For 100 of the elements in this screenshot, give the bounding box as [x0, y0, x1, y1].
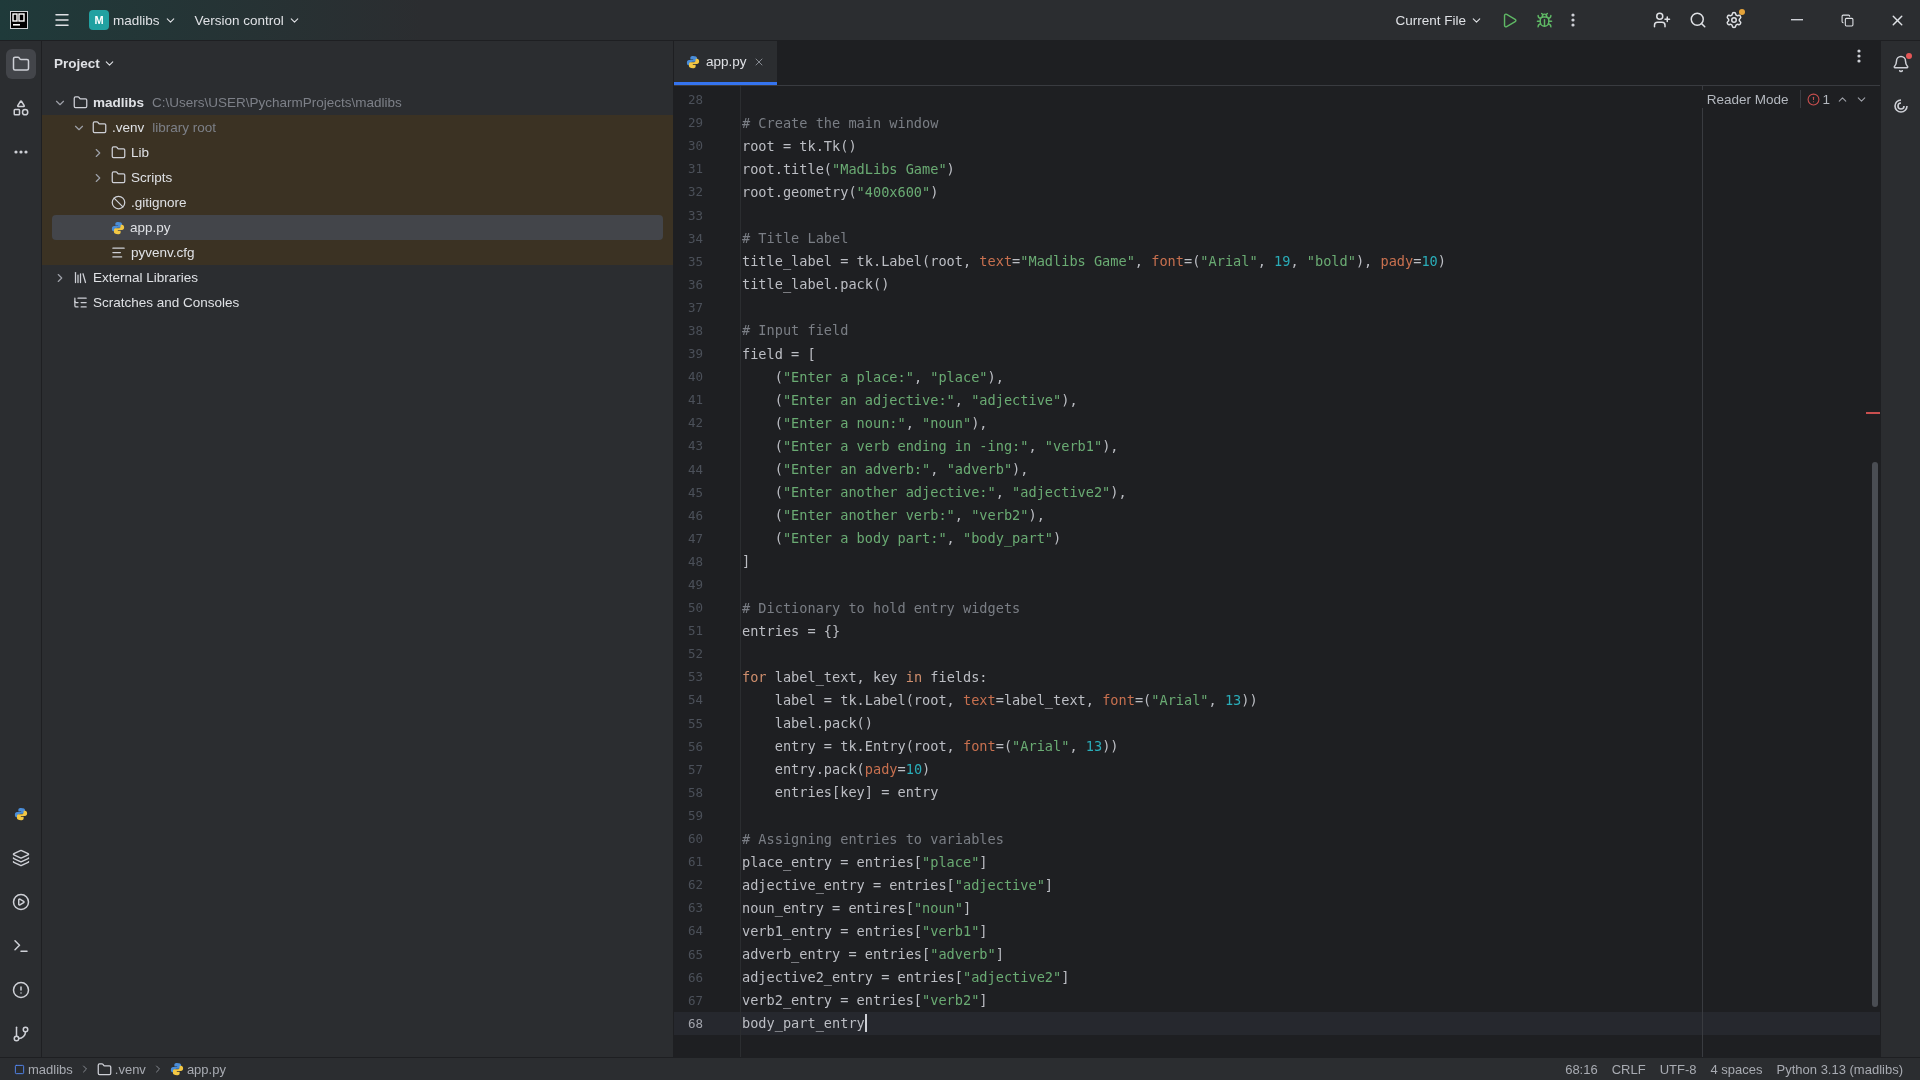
tree-item[interactable]: External Libraries	[52, 265, 663, 290]
text-file-icon	[111, 245, 126, 260]
tree-item-hint: library root	[152, 120, 217, 135]
code-line: label = tk.Label(root, text=label_text, font=("Arial", 13))	[773, 692, 1258, 708]
alert-icon	[11, 981, 30, 999]
status-item[interactable]: Python 3.13 (madlibs)	[1769, 1061, 1910, 1077]
code-line: ("Enter an adverb:", "adverb"),	[773, 461, 1029, 478]
code-line: adjective_entry = entries["adjective"]	[742, 876, 1053, 893]
status-item[interactable]: CRLF	[1604, 1061, 1653, 1077]
text-caret	[864, 1014, 867, 1033]
folder-icon	[111, 170, 126, 185]
code-line: ("Enter another verb:", "verb2"),	[773, 507, 1045, 524]
minimize-icon	[1791, 19, 1803, 21]
code-line: root.title("MadLibs Game")	[742, 160, 955, 177]
code-line: body_part_entry	[742, 1014, 867, 1033]
search-icon	[1689, 11, 1707, 29]
code-line: label.pack()	[773, 715, 873, 732]
code-line: ]	[742, 553, 751, 570]
code-line: for label_text, key in fields:	[742, 668, 988, 685]
shapes-icon	[11, 99, 30, 117]
git-branch-icon	[11, 1025, 30, 1043]
ignore-file-icon	[111, 195, 126, 210]
python-icon	[13, 807, 28, 821]
tree-item[interactable]: Lib	[52, 140, 663, 165]
code-line: # Create the main window	[742, 114, 939, 131]
tree-item[interactable]: .gitignore	[52, 190, 663, 215]
tree-item-hint: C:\Users\USER\PycharmProjects\madlibs	[152, 95, 402, 110]
code-line: title_label.pack()	[742, 276, 890, 293]
code-line: ("Enter a noun:", "noun"),	[773, 414, 988, 431]
code-line: entries[key] = entry	[773, 784, 939, 801]
code-line: root = tk.Tk()	[742, 137, 857, 154]
spiral-icon	[1891, 97, 1910, 115]
code-line: entry = tk.Entry(root, font=("Arial", 13))	[773, 738, 1119, 755]
module-icon	[14, 1063, 25, 1075]
code-line: verb1_entry = entries["verb1"]	[742, 922, 988, 939]
code-line: title_label = tk.Label(root, text="Madlibs Game", font=("Arial", 19, "bold"), pady=10)	[742, 253, 1446, 270]
code-line: entry.pack(pady=10)	[773, 761, 931, 778]
python-file-icon	[169, 1062, 184, 1076]
app-logo-icon[interactable]	[10, 11, 28, 29]
code-line: adverb_entry = entries["adverb"]	[742, 946, 1004, 962]
project-tool-button[interactable]	[5, 49, 36, 79]
notification-dot	[1905, 53, 1912, 59]
tree-item[interactable]: app.py	[52, 215, 663, 240]
breadcrumb[interactable]: app.py	[167, 1061, 228, 1077]
tree-item[interactable]: Scratches and Consoles	[52, 290, 663, 315]
play-icon	[1501, 11, 1518, 29]
tree-item[interactable]: pyvenv.cfg	[52, 240, 663, 265]
code-line: # Dictionary to hold entry widgets	[742, 599, 1021, 616]
breadcrumb[interactable]: .venv	[94, 1061, 148, 1077]
code-line: entries = {}	[742, 622, 841, 639]
status-item[interactable]: 68:16	[1558, 1061, 1605, 1077]
code-line: root.geometry("400x600")	[742, 183, 939, 200]
project-switcher[interactable]: M madlibs	[82, 5, 184, 35]
editor-tab[interactable]: app.py	[674, 41, 777, 85]
folder-icon	[96, 1061, 112, 1077]
bug-icon	[1536, 11, 1553, 29]
folder-icon	[111, 145, 126, 160]
more-horizontal-icon	[13, 150, 28, 154]
project-badge: M	[89, 10, 109, 30]
update-dot	[1739, 9, 1745, 15]
status-item[interactable]: UTF-8	[1652, 1061, 1704, 1077]
restore-icon	[1840, 13, 1854, 27]
error-icon	[1807, 92, 1821, 106]
code-line: # Assigning entries to variables	[742, 830, 1004, 847]
code-line: field = [	[742, 345, 816, 362]
scrollbar[interactable]	[1872, 462, 1878, 1007]
python-file-icon	[111, 220, 125, 235]
scratches-icon	[73, 295, 88, 310]
menu-icon	[53, 11, 71, 29]
folder-icon	[73, 95, 88, 110]
tree-item[interactable]: madlibs C:\Users\USER\PycharmProjects\madlibs	[52, 90, 663, 115]
panel-title[interactable]: Project	[50, 55, 120, 71]
code-line: ("Enter a verb ending in -ing:", "verb1"),	[773, 437, 1119, 454]
layers-icon	[11, 849, 30, 867]
bell-icon	[1891, 55, 1910, 73]
run-configuration-menu[interactable]: Current File	[1388, 5, 1490, 35]
settings-icon	[1725, 11, 1743, 29]
python-file-icon	[686, 54, 700, 69]
code-line: # Input field	[742, 322, 849, 339]
play-circle-icon	[11, 893, 30, 911]
more-vertical-icon	[1857, 49, 1861, 63]
reader-mode-button[interactable]: Reader Mode	[1700, 91, 1795, 107]
folder-icon	[92, 120, 107, 135]
code-line: ("Enter a body part:", "body_part")	[773, 530, 1062, 547]
code-line: ("Enter another adjective:", "adjective2"),	[773, 484, 1127, 501]
code-line: ("Enter a place:", "place"),	[773, 368, 1004, 385]
add-user-icon	[1653, 11, 1671, 29]
more-vertical-icon	[1571, 13, 1575, 27]
version-control-menu[interactable]: Version control	[187, 5, 308, 35]
code-line: # Title Label	[742, 230, 849, 247]
line-number: 68	[687, 1015, 705, 1031]
tree-item[interactable]: .venv library root	[52, 115, 663, 140]
code-line: adjective2_entry = entries["adjective2"]	[742, 969, 1070, 986]
code-line: noun_entry = entires["noun"]	[742, 899, 972, 916]
code-line: ("Enter an adjective:", "adjective"),	[773, 391, 1078, 408]
breadcrumb[interactable]: madlibs	[12, 1061, 75, 1077]
tree-item[interactable]: Scripts	[52, 165, 663, 190]
problems-indicator[interactable]: 1	[1807, 91, 1830, 107]
status-item[interactable]: 4 spaces	[1703, 1061, 1770, 1077]
folder-icon	[11, 55, 30, 73]
